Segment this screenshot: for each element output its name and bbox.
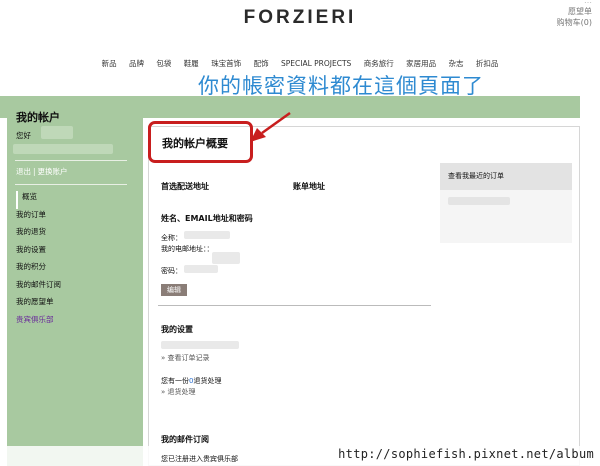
sidebar-item-orders[interactable]: 我的订单 [16, 209, 61, 227]
preferred-address-label: 首选配送地址 [161, 182, 209, 191]
redacted-email-value [212, 252, 240, 264]
site-logo[interactable]: FORZIERI [0, 7, 600, 29]
sidebar-item-overview[interactable]: 概览 [16, 191, 61, 209]
sidebar-title: 我的帐户 [16, 111, 60, 124]
sidebar-item-wishlist[interactable]: 我的愿望单 [16, 296, 61, 314]
redacted-full-name [184, 231, 230, 239]
sidebar-item-settings[interactable]: 我的设置 [16, 244, 61, 262]
view-orders-link[interactable]: » 查看订单记录 [161, 353, 210, 363]
main-nav: 新品 品牌 包袋 鞋履 珠宝首饰 配饰 SPECIAL PROJECTS 商务旅… [0, 58, 600, 69]
full-name-label: 全称： [161, 234, 182, 242]
sidebar-item-newsletter[interactable]: 我的邮件订阅 [16, 279, 61, 297]
email-label: 我的电邮地址：： [161, 245, 214, 253]
sidebar-item-returns[interactable]: 我的退货 [16, 226, 61, 244]
annotation-caption: 你的帳密資料都在這個頁面了 [198, 74, 484, 98]
sidebar-divider [15, 184, 127, 185]
nav-item-special-projects[interactable]: SPECIAL PROJECTS [281, 59, 351, 68]
sidebar-menu: 概览 我的订单 我的退货 我的设置 我的积分 我的邮件订阅 我的愿望单 贵宾俱乐… [16, 191, 61, 331]
redacted-password [184, 265, 218, 273]
greeting-text: 您好 [16, 131, 31, 140]
nav-item-shoes[interactable]: 鞋履 [184, 59, 199, 68]
nav-item-accessories[interactable]: 配饰 [254, 59, 269, 68]
redacted-settings-text [161, 341, 239, 349]
nav-item-brands[interactable]: 品牌 [129, 59, 144, 68]
nav-item-business-travel[interactable]: 商务旅行 [364, 59, 394, 68]
redacted-email [13, 144, 113, 154]
password-label: 密码： [161, 267, 182, 275]
returns-link[interactable]: » 退货处理 [161, 387, 196, 397]
link-separator: | [33, 167, 36, 176]
returns-status-text: 您有一份0退货处理 [161, 376, 221, 386]
returns-prefix: 您有一份 [161, 377, 189, 385]
switch-account-link[interactable]: 更换账户 [38, 167, 68, 176]
sidebar-item-points[interactable]: 我的积分 [16, 261, 61, 279]
account-sidebar: 我的帐户 您好 退出 | 更换账户 概览 我的订单 我的退货 我的设置 我的积分 我… [7, 96, 143, 466]
logout-link[interactable]: 退出 [16, 167, 31, 176]
sidebar-item-vip-club[interactable]: 贵宾俱乐部 [16, 314, 61, 332]
sidebar-divider [15, 160, 127, 161]
nav-item-jewelry[interactable]: 珠宝首饰 [211, 59, 241, 68]
returns-suffix: 退货处理 [193, 377, 222, 385]
nav-item-sale[interactable]: 折扣品 [476, 59, 499, 68]
newsletter-heading: 我的邮件订阅 [161, 435, 209, 444]
nav-item-bags[interactable]: 包袋 [156, 59, 171, 68]
redacted-username [41, 126, 73, 139]
edit-button[interactable]: 编辑 [161, 284, 187, 296]
redacted-order-text [448, 197, 510, 205]
recent-orders-panel: 查看我最近的订单 [440, 163, 572, 243]
nav-item-new[interactable]: 新品 [102, 59, 117, 68]
newsletter-text: 您已注册进入贵宾俱乐部 [161, 455, 238, 463]
credentials-heading: 姓名、EMAIL地址和密码 [161, 214, 253, 223]
recent-orders-heading[interactable]: 查看我最近的订单 [440, 163, 572, 190]
billing-address-label: 账单地址 [293, 182, 325, 191]
section-divider [158, 305, 431, 306]
nav-item-home[interactable]: 家居用品 [406, 59, 436, 68]
watermark-url: http://sophiefish.pixnet.net/album [338, 447, 594, 461]
annotation-highlight-box [148, 121, 253, 163]
account-links: 退出 | 更换账户 [16, 166, 68, 177]
nav-item-magazine[interactable]: 杂志 [448, 59, 463, 68]
settings-heading: 我的设置 [161, 325, 193, 334]
